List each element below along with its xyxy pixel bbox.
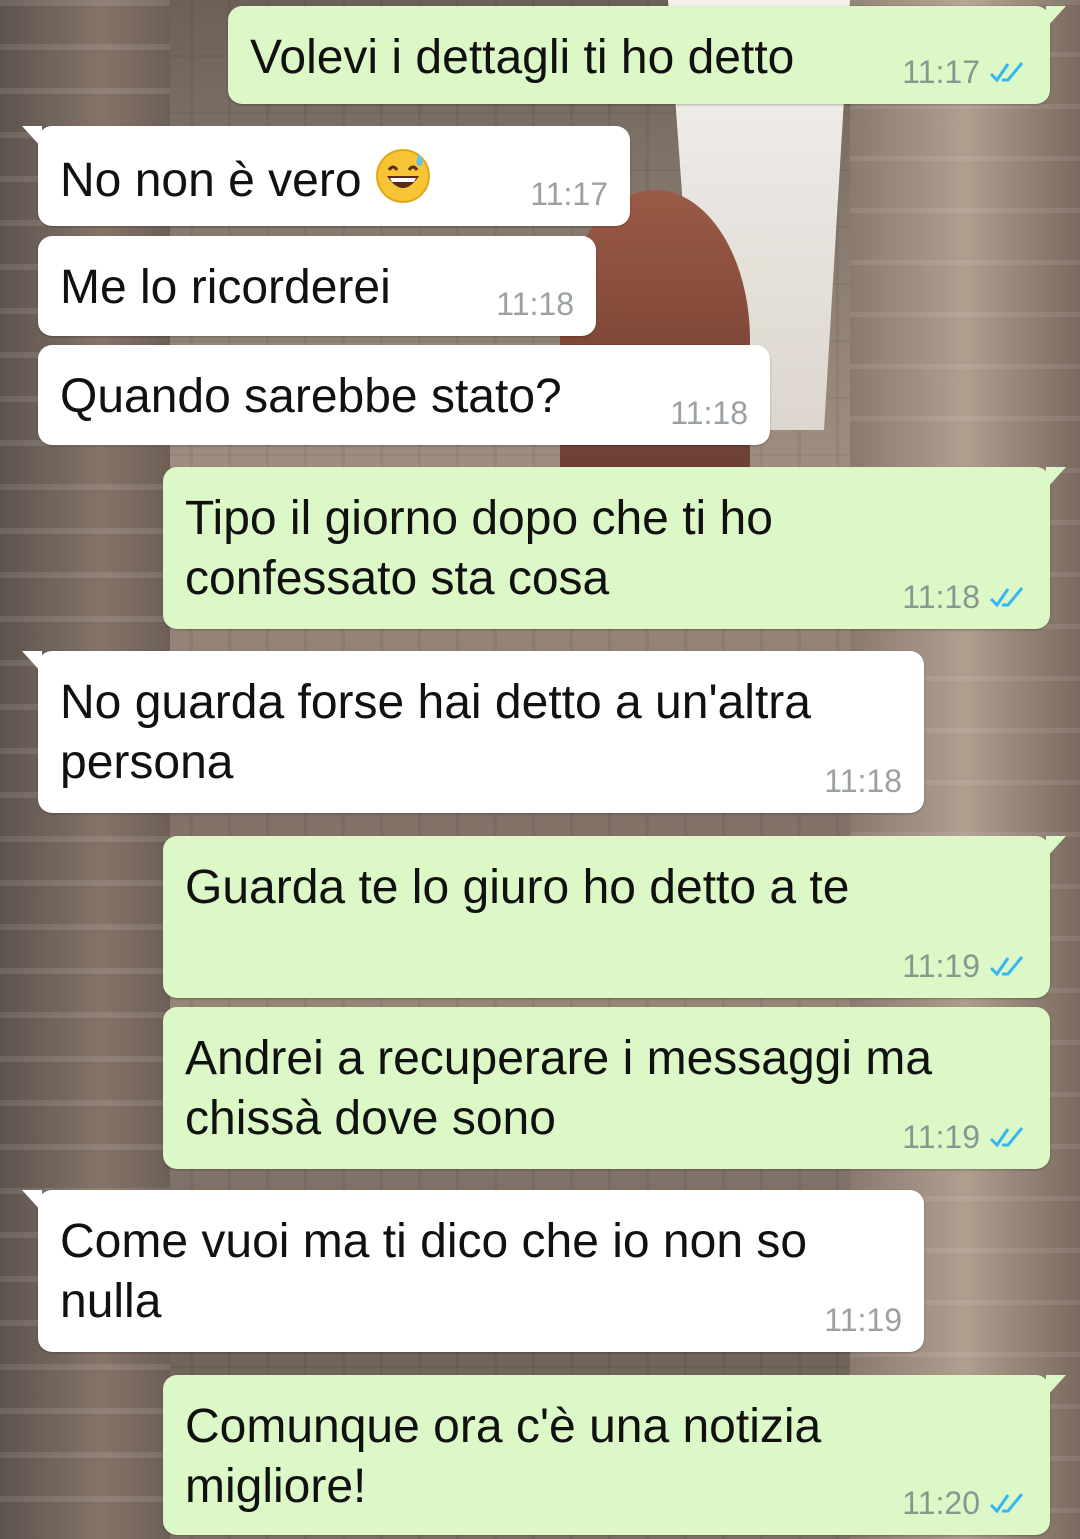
message-time: 11:20 [902,1485,980,1521]
message-meta: 11:19 [902,946,1028,986]
chat-message-list[interactable]: Volevi i dettagli ti ho detto 11:17 No n… [0,0,1080,1539]
message-time: 11:19 [902,1119,980,1155]
message-time: 11:17 [530,176,608,212]
message-meta: 11:18 [496,284,574,324]
message-bubble-outgoing[interactable]: Comunque ora c'è una notizia migliore! 1… [163,1375,1066,1535]
message-meta: 11:19 [902,1117,1028,1157]
message-time: 11:18 [824,763,902,799]
message-time: 11:18 [902,579,980,615]
message-text: Andrei a recuperare i messaggi ma chissà… [185,1032,933,1145]
message-meta: 11:20 [902,1483,1028,1523]
message-time: 11:18 [670,395,748,431]
message-time: 11:19 [902,948,980,984]
double-check-read-icon [988,1490,1028,1516]
message-meta: 11:18 [824,761,902,801]
message-text: No guarda forse hai detto a un'altra per… [60,676,811,789]
message-text: Come vuoi ma ti dico che io non so nulla [60,1215,808,1328]
message-bubble-incoming[interactable]: No non è vero 11:17 [22,126,630,226]
message-time: 11:19 [824,1302,902,1338]
message-text: Quando sarebbe stato? [60,370,562,423]
message-text: Me lo ricorderei [60,261,391,314]
message-meta: 11:18 [902,577,1028,617]
message-bubble-incoming[interactable]: No guarda forse hai detto a un'altra per… [22,651,924,813]
grinning-sweat-emoji-icon [375,148,431,204]
message-bubble-outgoing[interactable]: Andrei a recuperare i messaggi ma chissà… [163,1007,1050,1169]
message-meta: 11:17 [902,52,1028,92]
message-bubble-outgoing[interactable]: Volevi i dettagli ti ho detto 11:17 [228,6,1066,104]
message-bubble-incoming[interactable]: Me lo ricorderei 11:18 [38,236,596,336]
message-bubble-incoming[interactable]: Come vuoi ma ti dico che io non so nulla… [22,1190,924,1352]
message-text: Guarda te lo giuro ho detto a te [185,861,850,914]
message-bubble-incoming[interactable]: Quando sarebbe stato? 11:18 [38,345,770,445]
message-time: 11:17 [902,54,980,90]
message-meta: 11:18 [670,393,748,433]
message-content: No non è vero [60,148,606,211]
double-check-read-icon [988,1124,1028,1150]
message-meta: 11:19 [824,1300,902,1340]
message-text: No non è vero [60,154,362,207]
message-bubble-outgoing[interactable]: Tipo il giorno dopo che ti ho confessato… [163,467,1066,629]
message-meta: 11:17 [530,174,608,214]
message-time: 11:18 [496,286,574,322]
message-text: Comunque ora c'è una notizia migliore! [185,1400,822,1513]
double-check-read-icon [988,59,1028,85]
double-check-read-icon [988,953,1028,979]
double-check-read-icon [988,584,1028,610]
message-bubble-outgoing[interactable]: Guarda te lo giuro ho detto a te 11:19 [163,836,1066,998]
message-text: Tipo il giorno dopo che ti ho confessato… [185,492,773,605]
